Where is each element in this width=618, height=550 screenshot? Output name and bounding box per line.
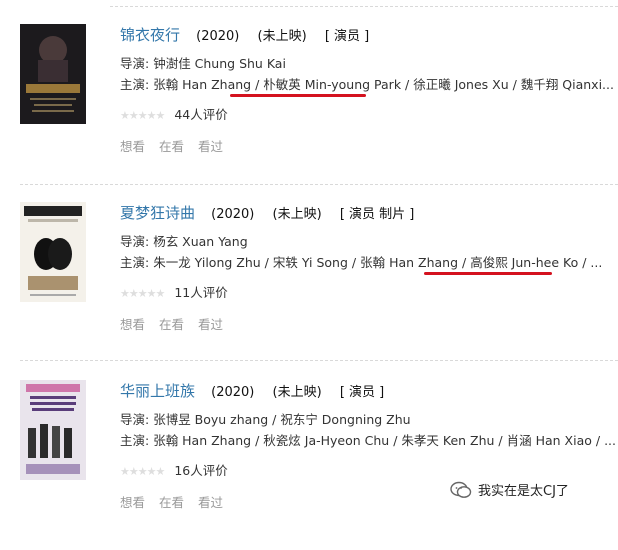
cast-member[interactable]: 张翰 Han Zhang	[153, 433, 251, 448]
want-to-watch-button[interactable]: 想看	[120, 139, 145, 154]
role-tag: [ 演员 ]	[324, 29, 370, 44]
action-row: 想看 在看 看过	[120, 136, 237, 155]
star-rating-icon: ★★★★★	[120, 287, 165, 300]
watching-button[interactable]: 在看	[159, 495, 184, 510]
wechat-icon	[450, 481, 472, 503]
movie-title-link[interactable]: 夏梦狂诗曲	[120, 204, 195, 222]
director-line: 导演: 钟澍佳 Chung Shu Kai	[120, 53, 286, 72]
release-year: (2020)	[196, 29, 240, 44]
action-row: 想看 在看 看过	[120, 492, 237, 511]
rating-line: ★★★★★ 11人评价	[120, 282, 228, 301]
movie-item: 夏梦狂诗曲 (2020) (未上映) [ 演员 制片 ] 导演: 杨玄 Xuan…	[0, 202, 618, 372]
poster-thumbnail[interactable]	[20, 202, 86, 302]
divider-top	[110, 6, 618, 7]
cast-label: 主演:	[120, 433, 154, 448]
rating-count[interactable]: 16人评价	[174, 463, 227, 478]
rating-count[interactable]: 44人评价	[174, 107, 227, 122]
highlight-underline	[230, 94, 366, 97]
director-label: 导演:	[120, 412, 154, 427]
movie-item: 华丽上班族 (2020) (未上映) [ 演员 ] 导演: 张博昱 Boyu z…	[0, 380, 618, 550]
director-label: 导演:	[120, 56, 154, 71]
divider	[20, 360, 618, 361]
want-to-watch-button[interactable]: 想看	[120, 495, 145, 510]
poster-thumbnail[interactable]	[20, 380, 86, 480]
watching-button[interactable]: 在看	[159, 317, 184, 332]
cast-member[interactable]: 朴敏英 Min-young Park	[263, 77, 401, 92]
star-rating-icon: ★★★★★	[120, 109, 165, 122]
cast-member[interactable]: 张翰 Han Zhang	[360, 255, 458, 270]
watched-button[interactable]: 看过	[198, 317, 223, 332]
title-line: 锦衣夜行 (2020) (未上映) [ 演员 ]	[120, 24, 369, 45]
role-tag: [ 演员 制片 ]	[339, 207, 415, 222]
cast-member[interactable]: 高俊熙 Jun-hee Ko	[470, 255, 578, 270]
director-name[interactable]: 钟澍佳 Chung Shu Kai	[153, 56, 286, 71]
rating-line: ★★★★★ 16人评价	[120, 460, 228, 479]
poster-thumbnail[interactable]	[20, 24, 86, 124]
title-line: 华丽上班族 (2020) (未上映) [ 演员 ]	[120, 380, 384, 401]
cast-label: 主演:	[120, 77, 154, 92]
cast-line: 主演: 张翰 Han Zhang / 朴敏英 Min-young Park / …	[120, 77, 614, 92]
rating-line: ★★★★★ 44人评价	[120, 104, 228, 123]
cast-label: 主演:	[120, 255, 154, 270]
director-line: 导演: 张博昱 Boyu zhang / 祝东宁 Dongning Zhu	[120, 409, 411, 428]
release-status: (未上映)	[272, 385, 322, 400]
director-name[interactable]: 张博昱 Boyu zhang / 祝东宁 Dongning Zhu	[153, 412, 410, 427]
role-tag: [ 演员 ]	[339, 385, 385, 400]
movie-title-link[interactable]: 华丽上班族	[120, 382, 195, 400]
watermark-text: 我实在是太CJ了	[478, 484, 569, 499]
watermark: 我实在是太CJ了	[450, 480, 569, 503]
divider	[20, 184, 618, 185]
director-name[interactable]: 杨玄 Xuan Yang	[153, 234, 247, 249]
cast-member[interactable]: 魏千翔 Qianxi...	[521, 77, 614, 92]
movie-title-link[interactable]: 锦衣夜行	[120, 26, 180, 44]
director-label: 导演:	[120, 234, 154, 249]
cast-member[interactable]: 朱孝天 Ken Zhu	[401, 433, 494, 448]
release-status: (未上映)	[257, 29, 307, 44]
cast-member[interactable]: 徐正曦 Jones Xu	[413, 77, 508, 92]
highlight-underline	[424, 272, 552, 275]
cast-member[interactable]: 张翰 Han Zhang	[153, 77, 251, 92]
cast-member[interactable]: 朱一龙 Yilong Zhu	[153, 255, 261, 270]
watching-button[interactable]: 在看	[159, 139, 184, 154]
cast-member[interactable]: 肖涵 Han Xiao	[507, 433, 592, 448]
release-status: (未上映)	[272, 207, 322, 222]
star-rating-icon: ★★★★★	[120, 465, 165, 478]
release-year: (2020)	[211, 385, 255, 400]
cast-line: 主演: 朱一龙 Yilong Zhu / 宋轶 Yi Song / 张翰 Han…	[120, 255, 603, 270]
watched-button[interactable]: 看过	[198, 495, 223, 510]
cast-more: ...	[604, 433, 616, 448]
watched-button[interactable]: 看过	[198, 139, 223, 154]
director-line: 导演: 杨玄 Xuan Yang	[120, 231, 248, 250]
movie-item: 锦衣夜行 (2020) (未上映) [ 演员 ] 导演: 钟澍佳 Chung S…	[0, 24, 618, 194]
release-year: (2020)	[211, 207, 255, 222]
want-to-watch-button[interactable]: 想看	[120, 317, 145, 332]
cast-member[interactable]: 宋轶 Yi Song	[273, 255, 348, 270]
action-row: 想看 在看 看过	[120, 314, 237, 333]
cast-more: ...	[590, 255, 603, 270]
cast-line: 主演: 张翰 Han Zhang / 秋瓷炫 Ja-Hyeon Chu / 朱孝…	[120, 433, 616, 448]
title-line: 夏梦狂诗曲 (2020) (未上映) [ 演员 制片 ]	[120, 202, 414, 223]
cast-member[interactable]: 秋瓷炫 Ja-Hyeon Chu	[263, 433, 389, 448]
rating-count[interactable]: 11人评价	[174, 285, 227, 300]
